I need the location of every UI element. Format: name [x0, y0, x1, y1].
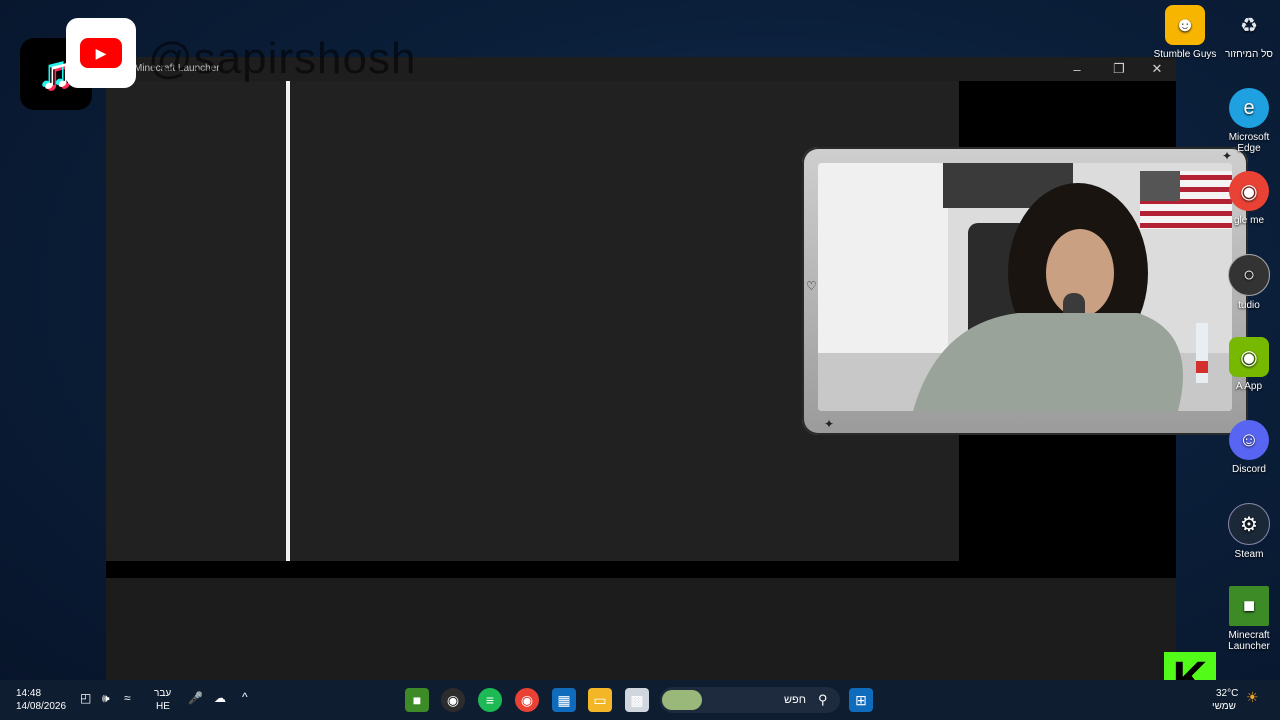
chevron-up-icon[interactable]: ^	[242, 690, 248, 704]
taskbar-window-icon[interactable]: ▩	[625, 688, 649, 712]
language-top[interactable]: עבר	[154, 688, 171, 699]
desktop-icon-label: tudio	[1238, 300, 1260, 311]
desktop-icon-label: סל המיחזור	[1225, 49, 1273, 60]
gamepad-icon[interactable]: ◰	[80, 691, 91, 705]
microphone-icon[interactable]: 🎤	[188, 691, 203, 705]
volume-icon[interactable]: 🕪	[102, 691, 110, 706]
onedrive-icon[interactable]: ☁	[214, 691, 226, 705]
restore-icon: ❐	[1113, 61, 1125, 76]
taskbar-spotify-icon[interactable]: ≡	[478, 688, 502, 712]
close-button[interactable]: ✕	[1138, 57, 1176, 81]
taskbar-search[interactable]: חפש ⚲	[660, 687, 840, 713]
taskbar-minecraft-icon[interactable]: ■	[405, 688, 429, 712]
taskbar-explorer-icon[interactable]: ▭	[588, 688, 612, 712]
webcam-video	[818, 163, 1232, 411]
search-placeholder: חפש	[784, 694, 806, 706]
desktop-icon-label: A App	[1235, 381, 1263, 392]
window-bottom-strip	[106, 561, 1176, 578]
search-icon: ⚲	[818, 692, 828, 707]
desktop-icon-minecraft-launcher[interactable]: ■ Minecraft Launcher	[1217, 586, 1280, 652]
desktop-icon-label: Discord	[1232, 464, 1266, 475]
desktop-icon-edge[interactable]: e Microsoft Edge	[1217, 88, 1280, 154]
minimize-icon: –	[1073, 61, 1081, 77]
desktop-dark-area	[106, 578, 1176, 680]
stumble-guys-icon: ☻	[1165, 5, 1205, 45]
desktop-icon-label: Stumble Guys	[1153, 49, 1217, 60]
desktop-icon-steam[interactable]: ⚙ Steam	[1217, 503, 1280, 560]
close-icon: ✕	[1151, 61, 1163, 76]
minimize-button[interactable]: –	[1058, 57, 1096, 81]
restore-button[interactable]: ❐	[1100, 57, 1138, 81]
desktop-icon-chrome[interactable]: ◉ gle me	[1217, 171, 1280, 226]
heart-left-icon: ♡	[806, 279, 817, 293]
taskbar-chrome-icon[interactable]: ◉	[515, 688, 539, 712]
desktop-icon-label: gle me	[1233, 215, 1264, 226]
desktop-icon-label: Steam	[1234, 549, 1264, 560]
watermark-handle: @sapirshosh	[148, 34, 417, 83]
desktop-icon-nvidia-app[interactable]: ◉ A App	[1217, 337, 1280, 392]
discord-icon: ☺	[1229, 420, 1269, 460]
wifi-icon[interactable]: ≈	[124, 691, 131, 705]
youtube-play-icon: ▶	[80, 38, 122, 68]
youtube-icon: ▶	[66, 18, 136, 88]
steam-icon: ⚙	[1228, 503, 1270, 545]
clock-time[interactable]: 14:48	[16, 688, 41, 699]
edge-icon: e	[1229, 88, 1269, 128]
desktop-icon-studio[interactable]: ○ tudio	[1217, 254, 1280, 311]
recycle-bin-icon: ♻	[1240, 14, 1258, 37]
sparkle-bottom-icon: ✦	[824, 417, 835, 431]
studio-icon: ○	[1228, 254, 1270, 296]
taskbar-store-icon[interactable]: ▦	[552, 688, 576, 712]
taskbar-obs-icon[interactable]: ◉	[441, 688, 465, 712]
clock-date[interactable]: 14/08/2026	[16, 701, 66, 712]
nvidia-app-icon: ◉	[1229, 337, 1269, 377]
language-bottom[interactable]: HE	[156, 701, 170, 712]
launcher-loading-divider	[286, 81, 290, 561]
webcam-scene	[818, 163, 1232, 411]
weather-sun-icon[interactable]: ☀	[1246, 689, 1259, 706]
chrome-icon: ◉	[1229, 171, 1269, 211]
desktop-icon-recycle-bin[interactable]: ♻ סל המיחזור	[1217, 5, 1280, 61]
desktop-icon-discord[interactable]: ☺ Discord	[1217, 420, 1280, 475]
desktop-icon-label: Microsoft Edge	[1228, 132, 1270, 154]
desktop-icon-label: Minecraft Launcher	[1228, 630, 1270, 652]
weather-temp[interactable]: 32°C	[1216, 688, 1238, 699]
weather-label[interactable]: שמשי	[1212, 701, 1236, 712]
start-icon[interactable]: ⊞	[849, 688, 873, 712]
minecraft-icon: ■	[1229, 586, 1269, 626]
desktop-icon-stumble-guys[interactable]: ☻ Stumble Guys	[1153, 5, 1217, 60]
search-highlight-icon	[662, 690, 702, 710]
